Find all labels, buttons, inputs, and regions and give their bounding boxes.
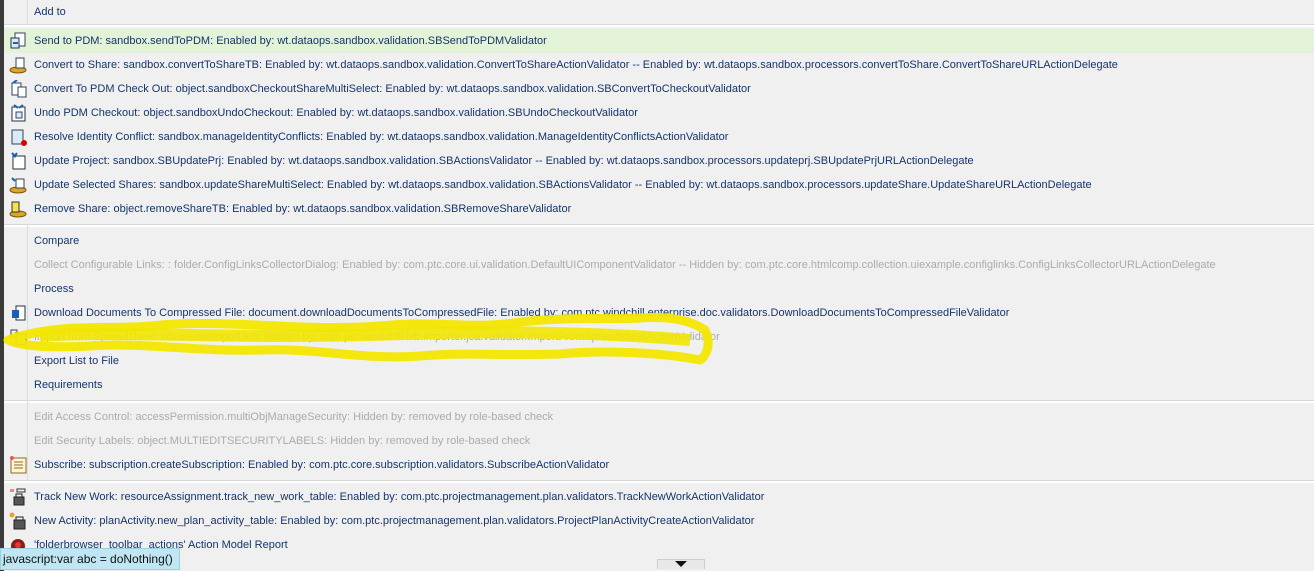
- menu-item-label: Send to PDM: sandbox.sendToPDM: Enabled …: [34, 35, 547, 47]
- empty-icon-slot: [8, 376, 28, 394]
- section-divider: [4, 480, 1314, 483]
- menu-item-label: Track New Work: resourceAssignment.track…: [34, 491, 765, 503]
- menu-item-label: Process: [34, 283, 74, 295]
- convert-to-share-icon: [8, 56, 28, 74]
- subscribe-icon: [8, 456, 28, 474]
- scroll-down-button[interactable]: [657, 559, 705, 569]
- update-project-icon: [8, 152, 28, 170]
- menu-item-label: Add to: [34, 6, 66, 18]
- menu-item-label: Convert to Share: sandbox.convertToShare…: [34, 59, 1118, 71]
- menu-item[interactable]: Undo PDM Checkout: object.sandboxUndoChe…: [4, 101, 1314, 125]
- new-activity-icon: [8, 512, 28, 530]
- menu-item-label: Remove Share: object.removeShareTB: Enab…: [34, 203, 572, 215]
- menu-item[interactable]: Export List to File: [4, 349, 1314, 373]
- import-spreadsheet-icon: [8, 328, 28, 346]
- menu-item: Collect Configurable Links: : folder.Con…: [4, 253, 1314, 277]
- menu-item-label: New Activity: planActivity.new_plan_acti…: [34, 515, 755, 527]
- menu-item-label: Resolve Identity Conflict: sandbox.manag…: [34, 131, 729, 143]
- menu-item-label: Requirements: [34, 379, 103, 391]
- menu-item-label: Compare: [34, 235, 80, 247]
- menu-item[interactable]: New Activity: planActivity.new_plan_acti…: [4, 509, 1314, 533]
- menu-item[interactable]: Resolve Identity Conflict: sandbox.manag…: [4, 125, 1314, 149]
- menu-item-label: Download Documents To Compressed File: d…: [34, 307, 1010, 319]
- menu-item[interactable]: Convert To PDM Check Out: object.sandbox…: [4, 77, 1314, 101]
- menu-item-label: Undo PDM Checkout: object.sandboxUndoChe…: [34, 107, 638, 119]
- menu-item[interactable]: Update Project: sandbox.SBUpdatePrj: Ena…: [4, 149, 1314, 173]
- empty-icon-slot: [8, 3, 28, 21]
- section-divider: [4, 24, 1314, 27]
- menu-item[interactable]: Requirements: [4, 373, 1314, 397]
- menu-item[interactable]: Download Documents To Compressed File: d…: [4, 301, 1314, 325]
- menu-item: Edit Access Control: accessPermission.mu…: [4, 405, 1314, 429]
- menu-item-label: Subscribe: subscription.createSubscripti…: [34, 459, 610, 471]
- chevron-down-icon: [675, 561, 687, 567]
- menu-item[interactable]: Subscribe: subscription.createSubscripti…: [4, 453, 1314, 477]
- empty-icon-slot: [8, 352, 28, 370]
- update-shares-icon: [8, 176, 28, 194]
- status-bar-url: javascript:var abc = doNothing(): [0, 548, 180, 570]
- section-divider: [4, 224, 1314, 227]
- empty-icon-slot: [8, 232, 28, 250]
- empty-icon-slot: [8, 256, 28, 274]
- menu-item-label: Edit Access Control: accessPermission.mu…: [34, 411, 554, 423]
- empty-icon-slot: [8, 280, 28, 298]
- menu-item[interactable]: Send to PDM: sandbox.sendToPDM: Enabled …: [4, 29, 1314, 53]
- menu-item[interactable]: Compare: [4, 229, 1314, 253]
- section-divider: [4, 400, 1314, 403]
- menu-item-label: Update Project: sandbox.SBUpdatePrj: Ena…: [34, 155, 974, 167]
- menu-item: Import from Spreadsheet: ixb.createImpor…: [4, 325, 1314, 349]
- send-to-pdm-icon: [8, 32, 28, 50]
- menu-item[interactable]: Remove Share: object.removeShareTB: Enab…: [4, 197, 1314, 221]
- convert-checkout-icon: [8, 80, 28, 98]
- undo-checkout-icon: [8, 104, 28, 122]
- menu-item-label: Convert To PDM Check Out: object.sandbox…: [34, 83, 751, 95]
- menu-item-label: Import from Spreadsheet: ixb.createImpor…: [34, 331, 720, 343]
- empty-icon-slot: [8, 432, 28, 450]
- resolve-conflict-icon: [8, 128, 28, 146]
- track-new-work-icon: [8, 488, 28, 506]
- menu-item[interactable]: Track New Work: resourceAssignment.track…: [4, 485, 1314, 509]
- download-documents-icon: [8, 304, 28, 322]
- menu-item-label: Edit Security Labels: object.MULTIEDITSE…: [34, 435, 531, 447]
- menu-item[interactable]: Add to: [4, 0, 1314, 24]
- menu-item[interactable]: Convert to Share: sandbox.convertToShare…: [4, 53, 1314, 77]
- menu-item[interactable]: Process: [4, 277, 1314, 301]
- menu-item-label: Collect Configurable Links: : folder.Con…: [34, 259, 1216, 271]
- empty-icon-slot: [8, 408, 28, 426]
- menu-item-label: Export List to File: [34, 355, 119, 367]
- remove-share-icon: [8, 200, 28, 218]
- menu-item: Edit Security Labels: object.MULTIEDITSE…: [4, 429, 1314, 453]
- menu-item[interactable]: 'folderbrowser_toolbar_actions' Action M…: [4, 533, 1314, 557]
- menu-item-label: Update Selected Shares: sandbox.updateSh…: [34, 179, 1092, 191]
- menu-item[interactable]: Update Selected Shares: sandbox.updateSh…: [4, 173, 1314, 197]
